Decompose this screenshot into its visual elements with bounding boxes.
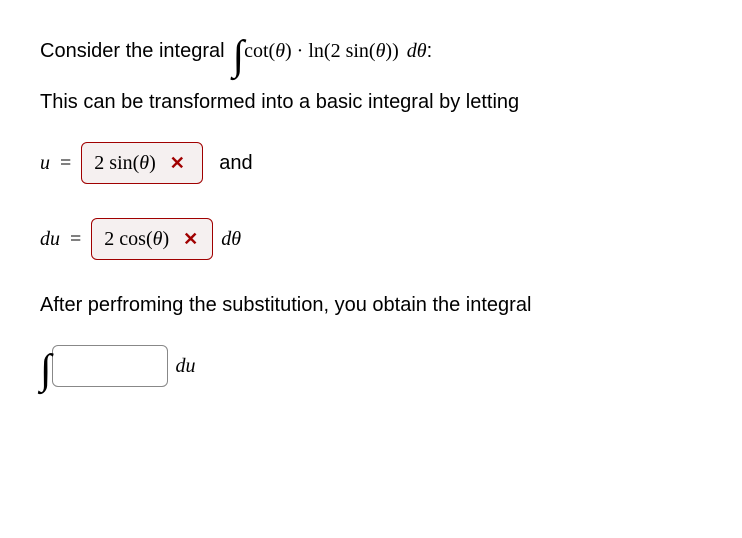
- and-text: and: [219, 152, 252, 175]
- u-var: u: [40, 152, 50, 175]
- result-integral-row: ∫ du: [40, 345, 702, 387]
- differential-du: du: [176, 355, 196, 378]
- wrong-icon: ✕: [183, 229, 198, 250]
- u-input[interactable]: 2 sin(θ) ✕: [81, 142, 203, 184]
- result-input[interactable]: [52, 345, 168, 387]
- integrand: cot(θ) · ln(2 sin(θ)): [244, 40, 399, 63]
- du-var: du: [40, 228, 60, 251]
- colon: :: [427, 40, 433, 63]
- problem-statement: Consider the integral ∫ cot(θ) · ln(2 si…: [40, 40, 702, 63]
- u-equation-row: u = 2 sin(θ) ✕ and: [40, 142, 702, 184]
- differential-dtheta: dθ: [407, 40, 427, 63]
- transform-text: This can be transformed into a basic int…: [40, 91, 702, 114]
- differential-dtheta2: dθ: [221, 228, 241, 251]
- after-text: After perfroming the substitution, you o…: [40, 294, 702, 317]
- intro-text: Consider the integral: [40, 40, 225, 63]
- du-equation-row: du = 2 cos(θ) ✕ dθ: [40, 218, 702, 260]
- wrong-icon: ✕: [170, 153, 185, 174]
- equals: =: [70, 228, 81, 251]
- du-input[interactable]: 2 cos(θ) ✕: [91, 218, 213, 260]
- equals: =: [60, 152, 71, 175]
